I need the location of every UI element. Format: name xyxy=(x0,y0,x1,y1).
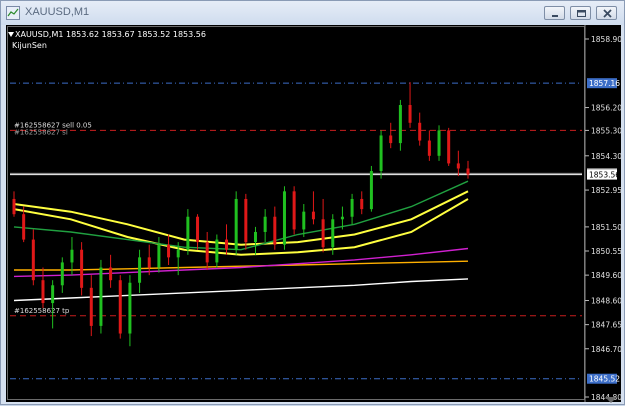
candle-body xyxy=(379,135,383,172)
candle-body xyxy=(138,257,142,283)
candle-body xyxy=(22,214,26,240)
candle-body xyxy=(418,122,422,141)
candle-body xyxy=(302,211,306,230)
candle-body xyxy=(292,191,296,230)
collapse-triangle-icon[interactable] xyxy=(8,32,14,37)
candle-body xyxy=(253,231,257,243)
restore-icon xyxy=(577,10,586,17)
price-tick-label: 1846.70 xyxy=(591,345,621,354)
candle-body xyxy=(186,216,190,250)
candle-body xyxy=(350,198,354,217)
candle-body xyxy=(331,219,335,248)
price-tick-label: 1856.20 xyxy=(591,104,621,113)
candle-body xyxy=(225,239,229,250)
price-tick-label: 1849.60 xyxy=(591,271,621,280)
price-tag-label: 1857.16 xyxy=(589,79,620,88)
candle-body xyxy=(244,198,248,243)
candle-body xyxy=(389,135,393,144)
candle-body xyxy=(340,216,344,220)
candle-body xyxy=(196,216,200,243)
price-tick-label: 1850.55 xyxy=(591,247,621,256)
candle-body xyxy=(447,130,451,164)
minimize-icon xyxy=(552,15,558,17)
candle-body xyxy=(109,267,113,281)
window-title: XAUUSD,M1 xyxy=(25,6,90,18)
candle-body xyxy=(80,249,84,288)
candle-body xyxy=(466,168,470,175)
indicator-name: KijunSen xyxy=(12,41,47,50)
price-tag-label: 1853.56 xyxy=(589,171,620,180)
candle-body xyxy=(215,239,219,263)
candle-body xyxy=(157,244,161,268)
chart-window: XAUUSD,M1 1858.90 1856.20 1855.30 1854.30 18… xyxy=(0,0,625,405)
candle-body xyxy=(263,216,267,232)
title-bar[interactable]: XAUUSD,M1 xyxy=(1,1,624,25)
candle-body xyxy=(456,163,460,169)
ma-line-kijun-green xyxy=(13,180,469,251)
close-button[interactable] xyxy=(596,6,617,20)
price-tick-label: 1858.90 xyxy=(591,35,621,44)
candle-body xyxy=(12,198,16,215)
candle-body xyxy=(321,219,325,248)
candle-body xyxy=(311,211,315,220)
chart-app-icon xyxy=(6,6,20,20)
candle-body xyxy=(118,280,122,334)
candle-body xyxy=(273,216,277,245)
candle-body xyxy=(99,267,103,326)
chart-canvas[interactable]: 1858.90 1856.20 1855.30 1854.30 1852.95 1851.… xyxy=(6,25,622,402)
candle-body xyxy=(234,198,238,250)
price-tick-label: 1848.60 xyxy=(591,297,621,306)
price-tag-label: 1845.52 xyxy=(589,375,620,384)
price-chart[interactable]: 1858.90 1856.20 1855.30 1854.30 1852.95 1851.… xyxy=(6,25,622,402)
candle-body xyxy=(70,249,74,263)
close-icon xyxy=(603,9,612,18)
sell-sl-overlap-label: #162558627 sl xyxy=(14,128,68,136)
ma-line-yellow-band-upper xyxy=(13,190,469,246)
minimize-button[interactable] xyxy=(544,6,565,20)
plot-frame xyxy=(7,26,585,400)
price-tick-label: 1855.30 xyxy=(591,126,621,135)
chart-shift-marker-icon[interactable] xyxy=(604,397,618,403)
symbol-header: XAUUSD,M1 1853.62 1853.67 1853.52 1853.5… xyxy=(15,30,206,39)
candle-body xyxy=(282,191,286,245)
ohlc-values: 1853.62 1853.67 1853.52 1853.56 xyxy=(65,30,206,39)
candle-body xyxy=(205,242,209,263)
candle-body xyxy=(176,249,180,258)
candle-body xyxy=(89,287,93,326)
candle-body xyxy=(41,280,45,304)
candle-body xyxy=(51,285,55,304)
candle-body xyxy=(128,282,132,334)
price-tick-label: 1854.30 xyxy=(591,152,621,161)
candle-body xyxy=(31,239,35,281)
candle-body xyxy=(398,105,402,144)
tp-order-label: #162558627 tp xyxy=(14,307,70,315)
price-tick-label: 1847.65 xyxy=(591,321,621,330)
candle-body xyxy=(369,171,373,210)
candle-body xyxy=(147,257,151,268)
candle-body xyxy=(408,105,412,123)
symbol-label: XAUUSD,M1 xyxy=(15,30,64,39)
candle-body xyxy=(60,262,64,286)
restore-button[interactable] xyxy=(570,6,591,20)
candle-body xyxy=(360,198,364,210)
candle-body xyxy=(167,244,171,258)
price-tick-label: 1852.95 xyxy=(591,186,621,195)
candle-body xyxy=(427,140,431,156)
price-tick-label: 1851.50 xyxy=(591,223,621,232)
candle-body xyxy=(437,130,441,156)
